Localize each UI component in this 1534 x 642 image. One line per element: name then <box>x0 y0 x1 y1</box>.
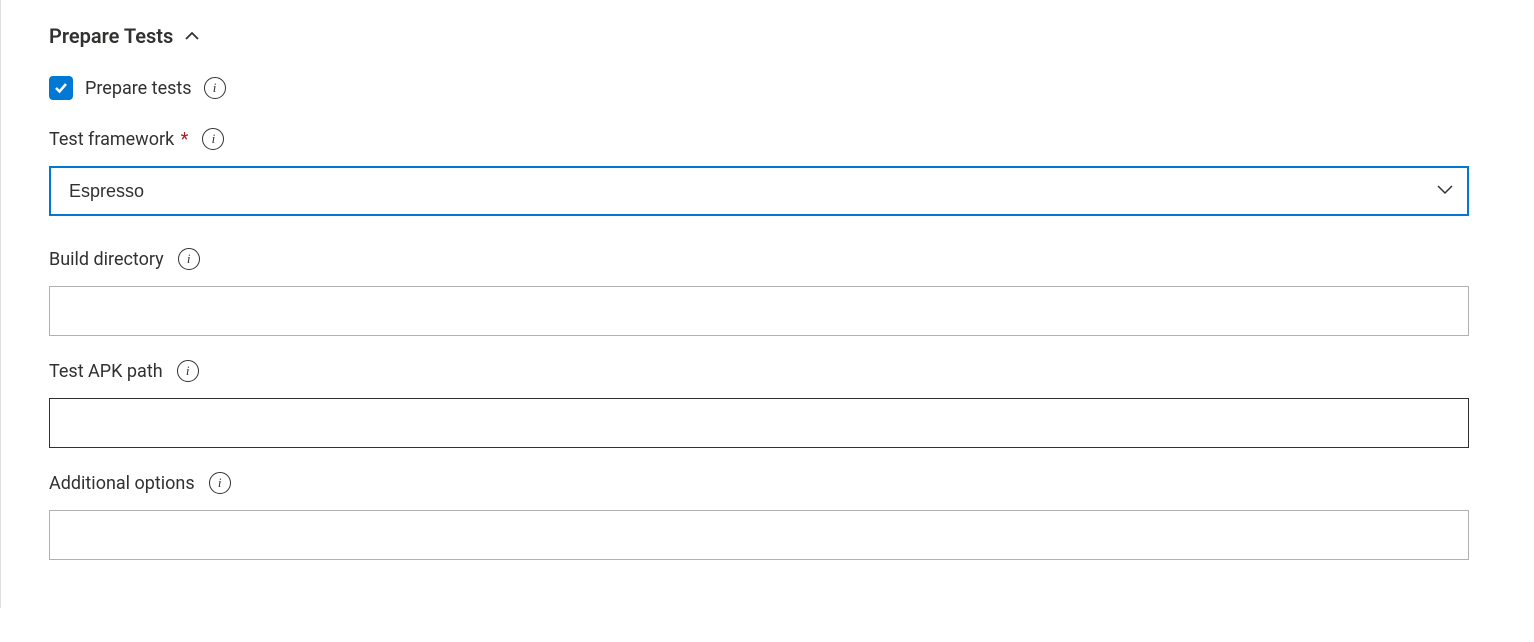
additional-options-label-row: Additional options i <box>49 472 1486 494</box>
prepare-tests-checkbox-label: Prepare tests <box>85 78 192 99</box>
test-framework-label-row: Test framework * i <box>49 128 1486 150</box>
info-icon[interactable]: i <box>177 360 199 382</box>
chevron-up-icon <box>185 29 199 43</box>
test-framework-select[interactable] <box>49 166 1469 216</box>
test-framework-label: Test framework * <box>49 129 188 150</box>
prepare-tests-checkbox-row: Prepare tests i <box>49 76 1486 100</box>
build-directory-label-row: Build directory i <box>49 248 1486 270</box>
prepare-tests-checkbox[interactable] <box>49 76 73 100</box>
required-mark: * <box>176 129 188 150</box>
additional-options-input[interactable] <box>49 510 1469 560</box>
test-apk-path-input[interactable] <box>49 398 1469 448</box>
test-apk-path-label-row: Test APK path i <box>49 360 1486 382</box>
info-icon[interactable]: i <box>204 77 226 99</box>
prepare-tests-section: Prepare Tests Prepare tests i Test frame… <box>0 0 1534 608</box>
section-header[interactable]: Prepare Tests <box>49 24 1486 48</box>
additional-options-label: Additional options <box>49 473 195 494</box>
section-title: Prepare Tests <box>49 24 173 48</box>
info-icon[interactable]: i <box>202 128 224 150</box>
build-directory-label: Build directory <box>49 249 164 270</box>
info-icon[interactable]: i <box>178 248 200 270</box>
test-framework-select-wrapper <box>49 166 1469 216</box>
test-apk-path-label: Test APK path <box>49 361 163 382</box>
info-icon[interactable]: i <box>209 472 231 494</box>
build-directory-input[interactable] <box>49 286 1469 336</box>
